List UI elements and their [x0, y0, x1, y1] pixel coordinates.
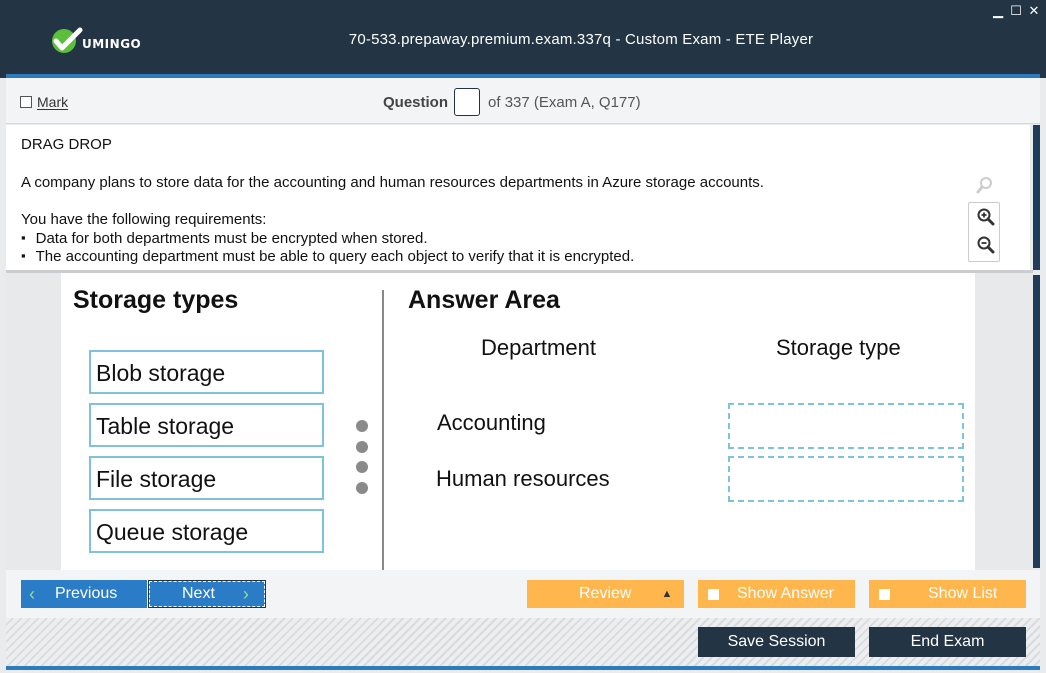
title-bar: UMINGO 70-533.prepaway.premium.exam.337q…: [0, 0, 1046, 78]
next-button[interactable]: Next ›: [148, 580, 266, 608]
row-label-accounting: Accounting: [437, 410, 546, 435]
show-list-button[interactable]: Show List: [869, 580, 1026, 608]
question-intro: A company plans to store data for the ac…: [21, 174, 764, 191]
bullet-icon: ▪: [21, 248, 26, 263]
mark-checkbox-box[interactable]: [20, 96, 32, 108]
drop-zone-human-resources[interactable]: [728, 456, 964, 502]
window-controls: ▁ ☐ ✕: [992, 3, 1040, 19]
drag-drop-exhibit: Storage types Answer Area Blob storage T…: [61, 273, 975, 570]
storage-type-column-header: Storage type: [776, 335, 901, 360]
question-navigator: Question of 337 (Exam A, Q177): [383, 88, 641, 116]
footer-bar: Save Session End Exam: [6, 618, 1040, 666]
exhibit-area: Storage types Answer Area Blob storage T…: [6, 273, 1033, 570]
requirements-intro: You have the following requirements:: [21, 211, 267, 228]
window-title-text: 70-533.prepaway.premium.exam.337q - Cust…: [348, 31, 814, 48]
zoom-button-group: [968, 202, 1000, 262]
show-list-checkbox[interactable]: [879, 588, 890, 600]
source-item-blob-storage[interactable]: Blob storage: [89, 350, 324, 394]
question-label: Question: [383, 93, 449, 111]
zoom-out-icon[interactable]: [977, 236, 995, 254]
question-scrollbar[interactable]: [1033, 125, 1040, 270]
minimize-icon[interactable]: ▁: [992, 3, 1004, 19]
source-item-queue-storage[interactable]: Queue storage: [89, 509, 324, 553]
end-exam-button[interactable]: End Exam: [869, 627, 1026, 657]
previous-button[interactable]: ‹ Previous: [21, 580, 147, 608]
department-column-header: Department: [481, 335, 596, 360]
bullet-icon: ▪: [21, 230, 26, 245]
magnifier-icon[interactable]: [976, 176, 994, 194]
previous-label: Previous: [55, 585, 118, 602]
triangle-up-icon[interactable]: ▲: [661, 588, 672, 600]
chevron-right-icon: ›: [242, 583, 249, 604]
show-answer-checkbox[interactable]: [708, 588, 719, 600]
exhibit-scrollbar[interactable]: [1033, 275, 1040, 568]
review-label: Review: [579, 585, 632, 602]
requirement-item: ▪ The accounting department must be able …: [21, 248, 635, 265]
navigation-bar: ‹ Previous Next › Review ▲ Show Answer S…: [6, 570, 1040, 618]
row-label-human-resources: Human resources: [436, 466, 610, 491]
zoom-in-icon[interactable]: [977, 208, 995, 226]
question-bar: Mark Question of 337 (Exam A, Q177): [6, 78, 1040, 124]
save-session-button[interactable]: Save Session: [698, 627, 855, 657]
maximize-icon[interactable]: ☐: [1010, 3, 1022, 19]
close-icon[interactable]: ✕: [1028, 3, 1040, 19]
show-answer-button[interactable]: Show Answer: [698, 580, 855, 608]
show-list-label: Show List: [928, 585, 998, 602]
source-item-table-storage[interactable]: Table storage: [89, 403, 324, 447]
drag-handle-icon[interactable]: [356, 420, 368, 495]
question-text-panel[interactable]: DRAG DROP A company plans to store data …: [6, 125, 1030, 270]
requirement-item: ▪ Data for both departments must be encry…: [21, 230, 428, 247]
chevron-left-icon: ‹: [29, 583, 35, 604]
next-label: Next: [182, 585, 215, 602]
question-count: of 337 (Exam A, Q177): [488, 93, 641, 111]
question-number-input[interactable]: [454, 88, 481, 116]
show-answer-label: Show Answer: [737, 585, 834, 602]
drop-zone-accounting[interactable]: [728, 403, 964, 449]
review-button[interactable]: Review ▲: [527, 580, 684, 608]
mark-label: Mark: [37, 94, 69, 110]
zoom-controls: [968, 170, 1000, 262]
storage-types-heading: Storage types: [73, 286, 239, 314]
question-type: DRAG DROP: [21, 136, 112, 153]
answer-area-heading: Answer Area: [408, 286, 560, 314]
mark-checkbox[interactable]: Mark: [20, 94, 68, 110]
window-title: 70-533.prepaway.premium.exam.337q - Cust…: [0, 31, 1046, 48]
source-item-file-storage[interactable]: File storage: [89, 456, 324, 500]
exhibit-separator: [382, 290, 384, 570]
footer-accent-line: [6, 666, 1040, 670]
